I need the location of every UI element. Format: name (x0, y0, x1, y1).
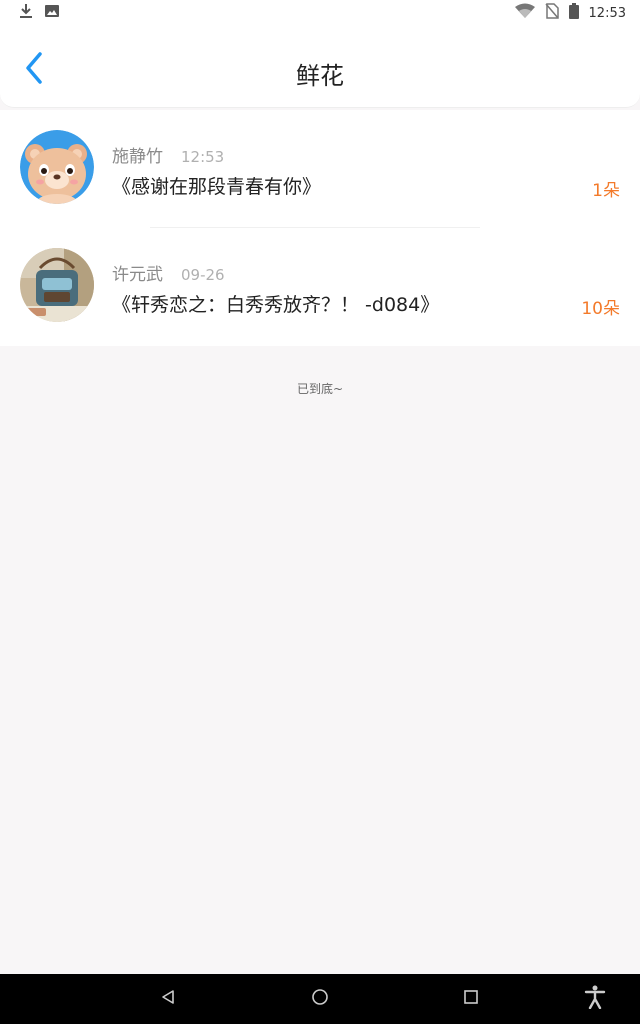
image-icon (44, 3, 60, 23)
wifi-icon (514, 3, 535, 23)
battery-icon (568, 3, 579, 23)
navigation-bar (0, 974, 640, 1024)
status-right: 12:53 (514, 3, 626, 23)
flower-list: 施静竹 12:53 《感谢在那段青春有你》 1朵 许元武 09-26 《轩秀恋之… (0, 110, 640, 346)
name-row: 施静竹 12:53 (112, 142, 224, 167)
avatar[interactable] (20, 130, 94, 204)
name-row: 许元武 09-26 (112, 260, 225, 285)
accessibility-icon (584, 985, 606, 1013)
book-title: 《感谢在那段青春有你》 (112, 176, 322, 198)
download-icon (18, 3, 34, 23)
book-title: 《轩秀恋之：白秀秀放齐？！ -d084》 (112, 294, 440, 316)
sender-name: 许元武 (112, 265, 163, 285)
no-sim-icon (544, 3, 559, 23)
recents-nav-button[interactable] (456, 984, 486, 1014)
sent-time: 12:53 (181, 148, 225, 166)
list-item[interactable]: 许元武 09-26 《轩秀恋之：白秀秀放齐？！ -d084》 10朵 (0, 228, 640, 346)
status-left (18, 3, 60, 23)
bear-avatar-icon (20, 130, 94, 204)
page-title: 鲜花 (296, 62, 344, 90)
back-triangle-icon (160, 989, 176, 1009)
home-nav-button[interactable] (305, 984, 335, 1014)
header: 鲜花 (0, 26, 640, 108)
end-of-list-note: 已到底~ (296, 382, 344, 396)
sender-name: 施静竹 (112, 147, 163, 167)
home-circle-icon (311, 988, 329, 1010)
status-bar: 12:53 (0, 0, 640, 26)
list-item[interactable]: 施静竹 12:53 《感谢在那段青春有你》 1朵 (0, 110, 640, 228)
avatar[interactable] (20, 248, 94, 322)
accessibility-button[interactable] (580, 984, 610, 1014)
recents-square-icon (463, 989, 479, 1009)
status-time: 12:53 (588, 5, 626, 21)
flower-count: 10朵 (581, 299, 620, 319)
sent-time: 09-26 (181, 266, 225, 284)
photo-avatar-icon (20, 248, 94, 322)
back-nav-button[interactable] (153, 984, 183, 1014)
flower-count: 1朵 (592, 181, 620, 201)
